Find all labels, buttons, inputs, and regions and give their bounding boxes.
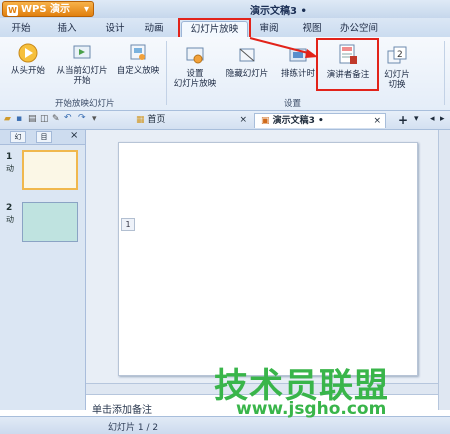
slide-number-1: 1 [6, 152, 13, 162]
slide-transition-label-2: 切换 [388, 80, 406, 90]
close-icon[interactable]: × [70, 130, 78, 141]
setup-show-button[interactable]: 设置 幻灯片放映 [172, 46, 218, 89]
home-doc-label: 首页 [147, 115, 166, 125]
setup-gear-icon [186, 47, 204, 64]
slide-number-marker: 1 [121, 218, 135, 231]
slides-panel: 幻 目 × 1 动 2 动 [0, 130, 86, 410]
from-current-label-2: 开始 [73, 76, 91, 86]
tab-review[interactable]: 审阅 [254, 21, 284, 37]
from-current-label: 从当前幻灯片 [56, 66, 108, 76]
slideshow-group-label: 开始放映幻灯片 [55, 99, 115, 109]
custom-show-label: 自定义放映 [116, 66, 160, 76]
highlight-box-tab [178, 18, 251, 39]
scroll-right-icon[interactable]: ▸ [440, 114, 445, 124]
chevron-down-icon[interactable]: ▾ [414, 114, 419, 124]
app-name: WPS 演示 [21, 4, 71, 15]
window-title: 演示文稿3 • [250, 6, 307, 17]
from-start-label: 从头开始 [10, 66, 45, 76]
setup-label: 设置 [186, 69, 204, 79]
scroll-left-icon[interactable]: ◂ [430, 114, 435, 124]
tab-current-doc[interactable]: ▣ 演示文稿3 • × [254, 113, 386, 128]
tab-home-doc[interactable]: ▦ 首页 × [126, 113, 251, 128]
tab-animation[interactable]: 动画 [139, 21, 169, 37]
tab-home[interactable]: 开始 [6, 21, 36, 37]
preview-icon[interactable]: ◫ [40, 114, 49, 124]
slide-anim-marker-2: 动 [6, 215, 14, 224]
home-doc-icon: ▦ [136, 115, 148, 125]
custom-show-button[interactable]: 自定义放映 [114, 43, 162, 76]
rehearse-icon [289, 48, 307, 62]
slide-number-2: 2 [6, 203, 13, 213]
tab-outline-view[interactable]: 目 [36, 131, 52, 143]
quick-access-dropdown-icon[interactable]: ▾ [92, 114, 97, 124]
tab-insert[interactable]: 插入 [52, 21, 82, 37]
tab-slides-view[interactable]: 幻 [10, 131, 26, 143]
tab-office-space[interactable]: 办公空间 [336, 21, 382, 37]
highlight-box-speaker-notes [316, 38, 379, 91]
rehearse-label: 排练计时 [280, 69, 315, 79]
rehearse-timing-button[interactable]: 排练计时 [278, 46, 318, 79]
ribbon-panel: 从头开始 从当前幻灯片 开始 自定义放映 开始放映幻灯片 设置 幻灯片放映 隐藏… [0, 37, 450, 111]
tab-view[interactable]: 视图 [297, 21, 327, 37]
hide-slide-button[interactable]: 隐藏幻灯片 [222, 46, 272, 79]
from-current-button[interactable]: 从当前幻灯片 开始 [52, 43, 112, 86]
slide-thumbnail-2[interactable] [22, 202, 78, 242]
title-bar: W WPS 演示 ▾ 演示文稿3 • [0, 0, 450, 19]
watermark: 技术员联盟 www.jsgho.com [214, 358, 444, 419]
doc-icon: ▣ [261, 116, 273, 126]
slide-play-icon [73, 45, 91, 59]
slide-indicator: 幻灯片 1 / 2 [108, 423, 159, 433]
play-circle-icon [18, 43, 38, 63]
slide-editor: 1 [86, 130, 438, 393]
slide-transition-icon: 2 [387, 46, 407, 64]
custom-show-icon [130, 44, 146, 60]
save-icon[interactable]: ▪ [16, 114, 22, 124]
chevron-down-icon: ▾ [83, 4, 89, 15]
tab-design[interactable]: 设计 [100, 21, 130, 37]
watermark-url: www.jsgho.com [236, 399, 387, 419]
close-icon[interactable]: × [239, 113, 247, 128]
redo-icon[interactable]: ↷ [78, 113, 86, 123]
print-icon[interactable]: ▤ [28, 114, 37, 124]
setup-label-2: 幻灯片放映 [173, 79, 217, 89]
notes-placeholder: 单击添加备注 [92, 405, 152, 416]
slide-transition-button[interactable]: 2 幻灯片 切换 [380, 45, 414, 90]
setup-group-label: 设置 [284, 99, 302, 109]
slide-canvas[interactable] [118, 142, 418, 376]
current-doc-label: 演示文稿3 • [272, 116, 324, 126]
wps-logo-icon: W [7, 5, 18, 16]
slide-thumbnail-1[interactable] [22, 150, 78, 190]
slide-anim-marker-1: 动 [6, 164, 14, 173]
open-folder-icon[interactable]: ▰ [4, 114, 11, 124]
from-start-button[interactable]: 从头开始 [8, 43, 48, 76]
hide-slide-icon [239, 48, 255, 62]
svg-text:2: 2 [397, 50, 403, 60]
new-tab-button[interactable]: + [392, 113, 414, 128]
slides-panel-tabs: 幻 目 × [0, 130, 85, 145]
close-icon[interactable]: × [373, 114, 381, 129]
group-divider [444, 41, 445, 105]
app-menu-button[interactable]: W WPS 演示 ▾ [2, 1, 94, 17]
group-divider [166, 41, 167, 105]
format-painter-icon[interactable]: ✎ [52, 114, 60, 124]
hide-slide-label: 隐藏幻灯片 [225, 69, 269, 79]
document-tab-bar: ▰ ▪ ▤ ◫ ✎ ↶ ↷ ▾ ▦ 首页 × ▣ 演示文稿3 • × + ▾ ◂… [0, 111, 450, 130]
slide-transition-label: 幻灯片 [384, 70, 410, 80]
undo-icon[interactable]: ↶ [64, 113, 72, 123]
